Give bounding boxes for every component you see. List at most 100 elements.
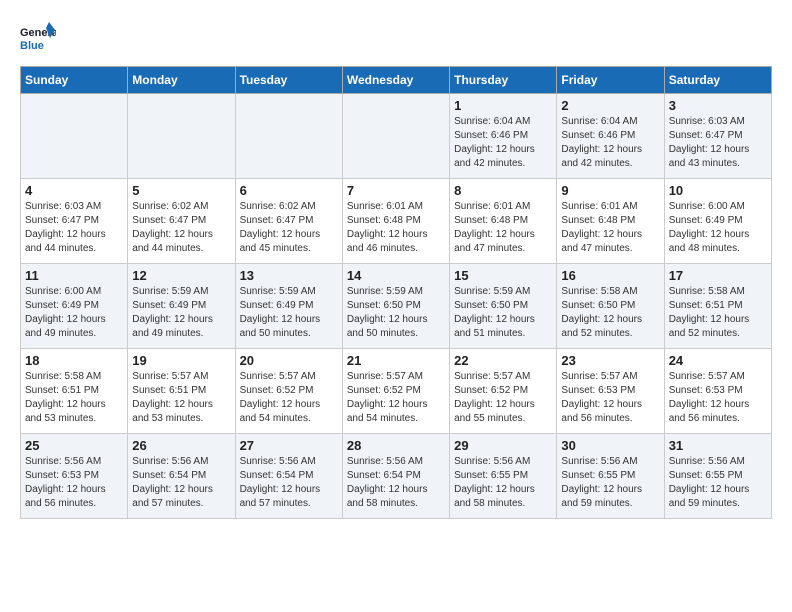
calendar-cell: 9 Sunrise: 6:01 AMSunset: 6:48 PMDaylight…: [557, 179, 664, 264]
calendar-cell: 24Sunrise: 5:57 AMSunset: 6:53 PMDayligh…: [664, 349, 771, 434]
cell-info: Sunrise: 5:57 AMSunset: 6:52 PMDaylight:…: [240, 370, 338, 426]
day-number: 25: [25, 438, 123, 453]
day-number: 27: [240, 438, 338, 453]
day-number: 15: [454, 268, 552, 283]
calendar-table: SundayMondayTuesdayWednesdayThursdayFrid…: [20, 66, 772, 519]
calendar-cell: [128, 94, 235, 179]
calendar-cell: 2 Sunrise: 6:04 AMSunset: 6:46 PMDaylight…: [557, 94, 664, 179]
cell-info: Sunrise: 5:56 AMSunset: 6:55 PMDaylight:…: [454, 455, 552, 511]
cell-info: Sunrise: 6:03 AMSunset: 6:47 PMDaylight:…: [25, 200, 123, 256]
calendar-cell: 16 Sunrise: 5:58 AMSunset: 6:50 PMDayligh…: [557, 264, 664, 349]
day-number: 5: [132, 183, 230, 198]
day-number: 9: [561, 183, 659, 198]
calendar-cell: 3 Sunrise: 6:03 AMSunset: 6:47 PMDaylight…: [664, 94, 771, 179]
calendar-cell: 29 Sunrise: 5:56 AMSunset: 6:55 PMDayligh…: [450, 434, 557, 519]
page-header: General Blue: [20, 20, 772, 56]
day-number: 22: [454, 353, 552, 368]
day-number: 20: [240, 353, 338, 368]
cell-info: Sunrise: 6:01 AMSunset: 6:48 PMDaylight:…: [454, 200, 552, 256]
day-number: 4: [25, 183, 123, 198]
calendar-cell: 12 Sunrise: 5:59 AMSunset: 6:49 PMDayligh…: [128, 264, 235, 349]
day-number: 2: [561, 98, 659, 113]
day-number: 21: [347, 353, 445, 368]
calendar-cell: 22 Sunrise: 5:57 AMSunset: 6:52 PMDayligh…: [450, 349, 557, 434]
day-number: 17: [669, 268, 767, 283]
day-number: 29: [454, 438, 552, 453]
cell-info: Sunrise: 5:57 AMSunset: 6:52 PMDaylight:…: [347, 370, 445, 426]
cell-info: Sunrise: 5:58 AMSunset: 6:50 PMDaylight:…: [561, 285, 659, 341]
cell-info: Sunrise: 5:59 AMSunset: 6:50 PMDaylight:…: [347, 285, 445, 341]
cell-info: Sunrise: 5:56 AMSunset: 6:55 PMDaylight:…: [669, 455, 767, 511]
calendar-cell: 4 Sunrise: 6:03 AMSunset: 6:47 PMDaylight…: [21, 179, 128, 264]
calendar-cell: 31 Sunrise: 5:56 AMSunset: 6:55 PMDayligh…: [664, 434, 771, 519]
calendar-cell: [342, 94, 449, 179]
calendar-cell: 15 Sunrise: 5:59 AMSunset: 6:50 PMDayligh…: [450, 264, 557, 349]
cell-info: Sunrise: 5:58 AMSunset: 6:51 PMDaylight:…: [25, 370, 123, 426]
cell-info: Sunrise: 6:02 AMSunset: 6:47 PMDaylight:…: [240, 200, 338, 256]
day-number: 13: [240, 268, 338, 283]
cell-info: Sunrise: 6:00 AMSunset: 6:49 PMDaylight:…: [25, 285, 123, 341]
cell-info: Sunrise: 5:57 AMSunset: 6:52 PMDaylight:…: [454, 370, 552, 426]
weekday-header: Friday: [557, 67, 664, 94]
cell-info: Sunrise: 5:59 AMSunset: 6:50 PMDaylight:…: [454, 285, 552, 341]
cell-info: Sunrise: 5:56 AMSunset: 6:54 PMDaylight:…: [132, 455, 230, 511]
day-number: 24: [669, 353, 767, 368]
calendar-cell: [235, 94, 342, 179]
calendar-cell: 21 Sunrise: 5:57 AMSunset: 6:52 PMDayligh…: [342, 349, 449, 434]
day-number: 3: [669, 98, 767, 113]
day-number: 30: [561, 438, 659, 453]
day-number: 1: [454, 98, 552, 113]
cell-info: Sunrise: 5:56 AMSunset: 6:54 PMDaylight:…: [347, 455, 445, 511]
cell-info: Sunrise: 5:56 AMSunset: 6:55 PMDaylight:…: [561, 455, 659, 511]
day-number: 12: [132, 268, 230, 283]
calendar-cell: 25 Sunrise: 5:56 AMSunset: 6:53 PMDayligh…: [21, 434, 128, 519]
calendar-cell: 27 Sunrise: 5:56 AMSunset: 6:54 PMDayligh…: [235, 434, 342, 519]
svg-text:Blue: Blue: [20, 40, 44, 52]
cell-info: Sunrise: 6:03 AMSunset: 6:47 PMDaylight:…: [669, 115, 767, 171]
calendar-cell: 18 Sunrise: 5:58 AMSunset: 6:51 PMDayligh…: [21, 349, 128, 434]
day-number: 31: [669, 438, 767, 453]
calendar-cell: 10 Sunrise: 6:00 AMSunset: 6:49 PMDayligh…: [664, 179, 771, 264]
weekday-header: Thursday: [450, 67, 557, 94]
day-number: 10: [669, 183, 767, 198]
cell-info: Sunrise: 6:04 AMSunset: 6:46 PMDaylight:…: [561, 115, 659, 171]
calendar-cell: 30 Sunrise: 5:56 AMSunset: 6:55 PMDayligh…: [557, 434, 664, 519]
cell-info: Sunrise: 5:56 AMSunset: 6:53 PMDaylight:…: [25, 455, 123, 511]
calendar-cell: 7 Sunrise: 6:01 AMSunset: 6:48 PMDaylight…: [342, 179, 449, 264]
cell-info: Sunrise: 6:01 AMSunset: 6:48 PMDaylight:…: [561, 200, 659, 256]
cell-info: Sunrise: 6:01 AMSunset: 6:48 PMDaylight:…: [347, 200, 445, 256]
day-number: 23: [561, 353, 659, 368]
calendar-cell: 20 Sunrise: 5:57 AMSunset: 6:52 PMDayligh…: [235, 349, 342, 434]
day-number: 28: [347, 438, 445, 453]
cell-info: Sunrise: 5:57 AMSunset: 6:53 PMDaylight:…: [561, 370, 659, 426]
calendar-cell: [21, 94, 128, 179]
cell-info: Sunrise: 5:58 AMSunset: 6:51 PMDaylight:…: [669, 285, 767, 341]
calendar-cell: 1Sunrise: 6:04 AMSunset: 6:46 PMDaylight…: [450, 94, 557, 179]
weekday-header: Saturday: [664, 67, 771, 94]
calendar-cell: 23 Sunrise: 5:57 AMSunset: 6:53 PMDayligh…: [557, 349, 664, 434]
logo: General Blue: [20, 20, 56, 56]
day-number: 11: [25, 268, 123, 283]
day-number: 18: [25, 353, 123, 368]
cell-info: Sunrise: 6:00 AMSunset: 6:49 PMDaylight:…: [669, 200, 767, 256]
cell-info: Sunrise: 5:59 AMSunset: 6:49 PMDaylight:…: [240, 285, 338, 341]
calendar-cell: 28 Sunrise: 5:56 AMSunset: 6:54 PMDayligh…: [342, 434, 449, 519]
weekday-header: Sunday: [21, 67, 128, 94]
cell-info: Sunrise: 5:59 AMSunset: 6:49 PMDaylight:…: [132, 285, 230, 341]
calendar-cell: 14 Sunrise: 5:59 AMSunset: 6:50 PMDayligh…: [342, 264, 449, 349]
day-number: 16: [561, 268, 659, 283]
day-number: 19: [132, 353, 230, 368]
day-number: 26: [132, 438, 230, 453]
weekday-header: Tuesday: [235, 67, 342, 94]
day-number: 6: [240, 183, 338, 198]
cell-info: Sunrise: 5:57 AMSunset: 6:51 PMDaylight:…: [132, 370, 230, 426]
calendar-cell: 19 Sunrise: 5:57 AMSunset: 6:51 PMDayligh…: [128, 349, 235, 434]
calendar-cell: 11 Sunrise: 6:00 AMSunset: 6:49 PMDayligh…: [21, 264, 128, 349]
calendar-cell: 8Sunrise: 6:01 AMSunset: 6:48 PMDaylight…: [450, 179, 557, 264]
day-number: 14: [347, 268, 445, 283]
cell-info: Sunrise: 5:56 AMSunset: 6:54 PMDaylight:…: [240, 455, 338, 511]
day-number: 7: [347, 183, 445, 198]
calendar-cell: 5Sunrise: 6:02 AMSunset: 6:47 PMDaylight…: [128, 179, 235, 264]
calendar-cell: 17 Sunrise: 5:58 AMSunset: 6:51 PMDayligh…: [664, 264, 771, 349]
weekday-header: Monday: [128, 67, 235, 94]
